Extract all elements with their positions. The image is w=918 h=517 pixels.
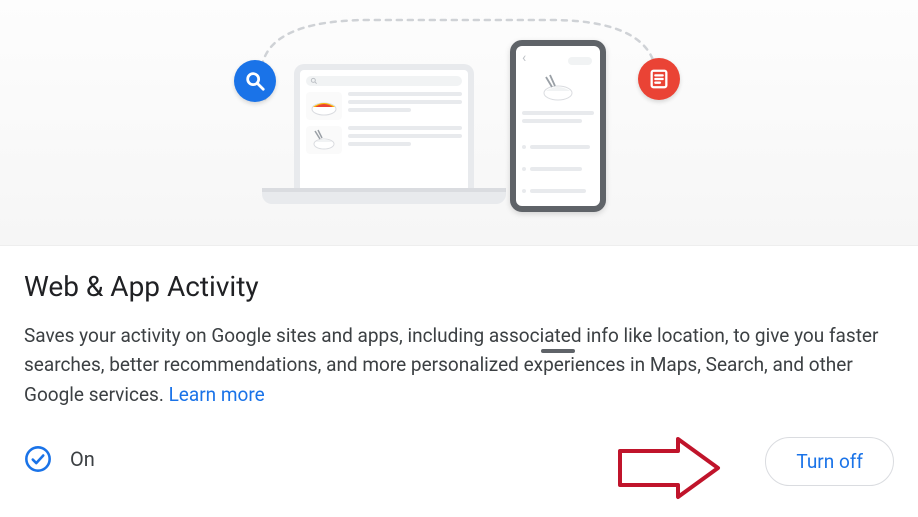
document-icon bbox=[638, 58, 680, 100]
status-row: On Turn off bbox=[24, 445, 894, 473]
phone-illustration: ‹ bbox=[510, 40, 606, 212]
section-description: Saves your activity on Google sites and … bbox=[24, 321, 894, 409]
annotation-arrow-icon bbox=[614, 435, 724, 501]
back-chevron-icon: ‹ bbox=[522, 50, 526, 66]
settings-section: Web & App Activity Saves your activity o… bbox=[0, 246, 918, 497]
check-circle-icon bbox=[24, 445, 52, 473]
description-text: Saves your activity on Google sites and … bbox=[24, 324, 878, 406]
hero-illustration: ‹ bbox=[0, 0, 918, 246]
turn-off-button[interactable]: Turn off bbox=[765, 437, 894, 486]
status-label: On bbox=[70, 447, 95, 471]
section-title: Web & App Activity bbox=[24, 270, 894, 303]
laptop-illustration bbox=[262, 64, 506, 204]
learn-more-link[interactable]: Learn more bbox=[169, 383, 265, 406]
